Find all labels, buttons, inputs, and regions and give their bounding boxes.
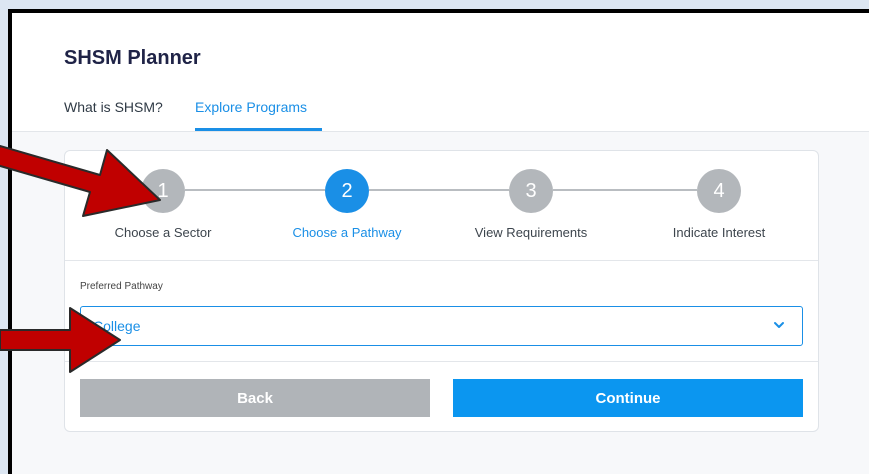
pathway-card: 1 2 3 4 Choose a Sector Choose a Pathway… bbox=[64, 150, 819, 432]
step-2-circle[interactable]: 2 bbox=[325, 169, 369, 213]
header: SHSM Planner What is SHSM? Explore Progr… bbox=[12, 13, 869, 132]
preferred-pathway-select[interactable]: College bbox=[80, 306, 803, 346]
step-4-circle[interactable]: 4 bbox=[697, 169, 741, 213]
step-4-label: Indicate Interest bbox=[672, 225, 766, 240]
preferred-pathway-label: Preferred Pathway bbox=[80, 281, 163, 292]
back-button[interactable]: Back bbox=[80, 379, 430, 417]
step-3-label: View Requirements bbox=[474, 225, 588, 240]
stepper-connector bbox=[185, 189, 325, 191]
chevron-down-icon[interactable] bbox=[772, 318, 786, 332]
red-arrow-icon bbox=[0, 307, 121, 373]
step-2-label: Choose a Pathway bbox=[292, 225, 402, 240]
app-window: SHSM Planner What is SHSM? Explore Progr… bbox=[8, 9, 869, 474]
step-3-circle[interactable]: 3 bbox=[509, 169, 553, 213]
page-title: SHSM Planner bbox=[64, 47, 201, 69]
active-tab-indicator bbox=[195, 128, 322, 131]
form-divider bbox=[65, 361, 818, 362]
stepper-divider bbox=[65, 260, 818, 261]
tab-what-is-shsm[interactable]: What is SHSM? bbox=[64, 99, 163, 115]
continue-button[interactable]: Continue bbox=[453, 379, 803, 417]
tab-explore-programs[interactable]: Explore Programs bbox=[195, 99, 307, 115]
step-1-label: Choose a Sector bbox=[114, 225, 212, 240]
stepper-connector bbox=[369, 189, 509, 191]
red-arrow-icon bbox=[0, 145, 161, 217]
stepper-connector bbox=[553, 189, 697, 191]
